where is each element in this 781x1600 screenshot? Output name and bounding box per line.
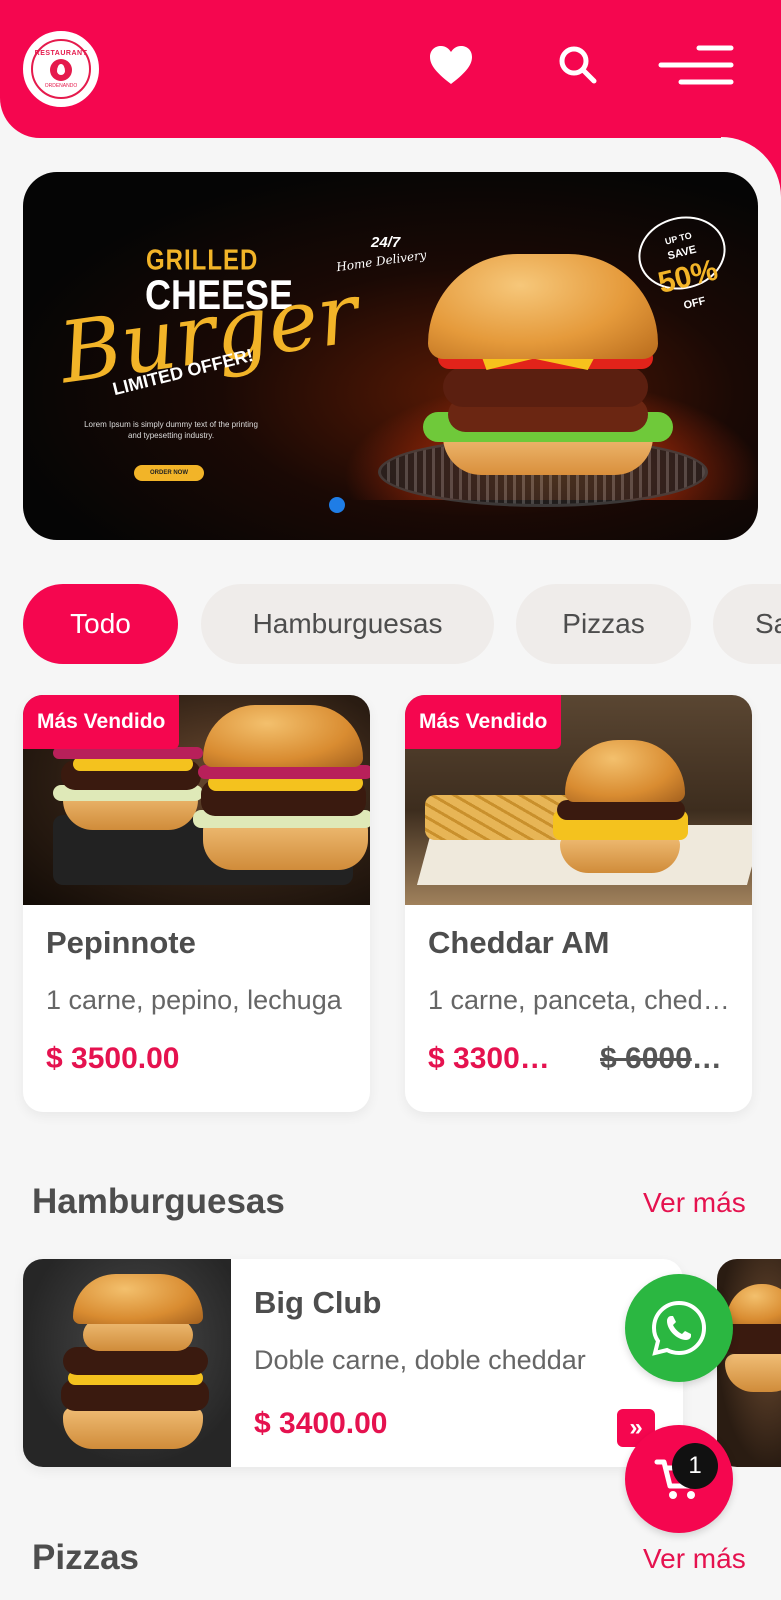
logo-badge: RESTAURANT ORDENANDO: [31, 39, 91, 99]
see-more-pizzas[interactable]: Ver más: [643, 1543, 746, 1575]
logo-bottom-text: ORDENANDO: [44, 82, 78, 89]
product-price: $ 3300.00: [428, 1042, 553, 1075]
product-card[interactable]: Más Vendido Pepinnote 1 carne, pepino, l…: [23, 695, 370, 1112]
product-card[interactable]: Más Vendido Cheddar AM 1 carne, panceta,…: [405, 695, 752, 1112]
product-name: Pepinnote: [46, 925, 196, 960]
product-card-peek[interactable]: [717, 1259, 781, 1467]
menu-icon: [658, 45, 734, 85]
whatsapp-icon: [651, 1300, 707, 1356]
banner-lorem-text: Lorem Ipsum is simply dummy text of the …: [84, 420, 258, 440]
favorites-button[interactable]: [426, 40, 476, 90]
bun-top: [73, 1274, 203, 1324]
cheese: [73, 757, 193, 771]
patty: [557, 800, 685, 820]
product-description: Doble carne, doble cheddar: [254, 1345, 586, 1375]
promo-banner[interactable]: GRILLED CHEESE Burger LIMITED OFFER! Lor…: [23, 172, 758, 540]
product-name: Big Club: [254, 1285, 382, 1320]
cart-count-badge: 1: [672, 1443, 718, 1489]
bun-top: [565, 740, 685, 802]
best-seller-badge: Más Vendido: [23, 695, 180, 749]
product-description: 1 carne, pepino, lechuga: [46, 985, 342, 1015]
bun-top: [727, 1284, 781, 1324]
product-price: $ 3400.00: [254, 1407, 388, 1440]
category-tab-sa[interactable]: Sa: [713, 584, 781, 664]
banner-burger-text: Burger: [53, 263, 364, 403]
burger-patty: [443, 367, 648, 407]
product-description: 1 carne, panceta, cheddar: [428, 985, 738, 1015]
category-tab-hamburguesas[interactable]: Hamburguesas: [201, 584, 494, 664]
discount-badge: UP TO SAVE 50% OFF: [630, 207, 734, 312]
product-image: [23, 1259, 231, 1467]
section-title-pizzas: Pizzas: [32, 1538, 139, 1577]
logo-top-text: RESTAURANT: [34, 49, 88, 57]
banner-order-button[interactable]: ORDER NOW: [134, 465, 204, 481]
bun-bottom: [63, 1407, 203, 1449]
banner-hours: 24/7: [371, 234, 401, 251]
discount-percent: 50%: [654, 253, 722, 301]
category-tab-pizzas[interactable]: Pizzas: [516, 584, 691, 664]
heart-icon: [430, 46, 472, 84]
onion: [198, 765, 370, 779]
product-price: $ 3500.00: [46, 1042, 180, 1075]
discount-off: OFF: [682, 294, 707, 312]
patty: [63, 1347, 208, 1375]
best-seller-badge: Más Vendido: [405, 695, 562, 749]
category-tab-todo[interactable]: Todo: [23, 584, 178, 664]
bun-bottom: [725, 1354, 781, 1392]
restaurant-logo[interactable]: RESTAURANT ORDENANDO: [23, 31, 99, 107]
bun-top: [203, 705, 363, 767]
burger-bun-top: [428, 254, 658, 359]
app-header: RESTAURANT ORDENANDO: [0, 0, 781, 138]
bun-bottom: [560, 835, 680, 873]
search-icon: [559, 46, 597, 84]
search-button[interactable]: [553, 40, 603, 90]
section-title-hamburguesas: Hamburguesas: [32, 1182, 285, 1221]
product-card[interactable]: Big Club Doble carne, doble cheddar $ 34…: [23, 1259, 683, 1467]
flame-icon: [50, 58, 72, 81]
banner-delivery: Home Delivery: [335, 247, 428, 275]
carousel-indicator[interactable]: [329, 497, 345, 513]
product-old-price: $ 6000.00: [600, 1042, 728, 1075]
product-name: Cheddar AM: [428, 925, 610, 960]
menu-button[interactable]: [656, 40, 736, 90]
whatsapp-button[interactable]: [625, 1274, 733, 1382]
see-more-hamburguesas[interactable]: Ver más: [643, 1187, 746, 1219]
category-tabs: Todo Hamburguesas Pizzas Sa: [23, 584, 781, 664]
